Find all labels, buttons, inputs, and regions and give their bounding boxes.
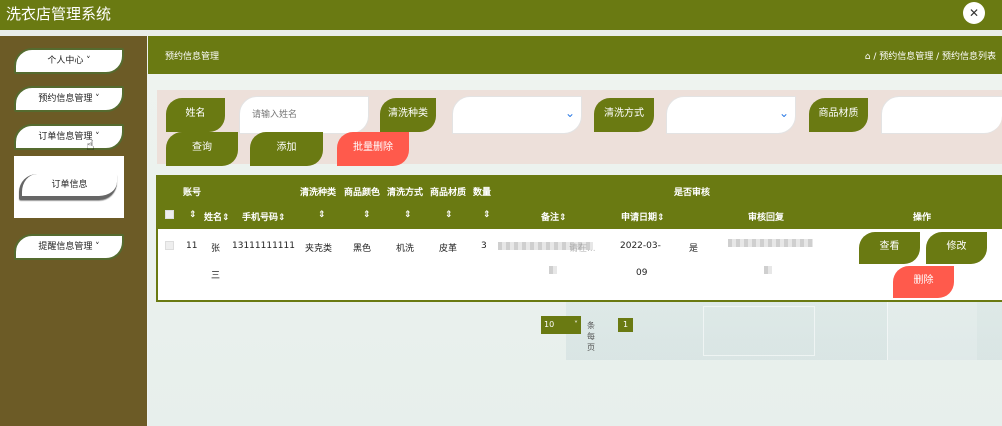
- sidebar-item-reminder-management[interactable]: 提醒信息管理 ˅: [14, 234, 124, 260]
- header-review-reply[interactable]: 审核回复: [748, 210, 784, 223]
- background-decoration-frame: [703, 306, 815, 356]
- edit-button[interactable]: 修改: [926, 232, 987, 264]
- blurred-review-reply-fragment: [764, 266, 772, 274]
- sort-icon[interactable]: ⇕: [404, 210, 412, 220]
- page-title: 预约信息管理: [165, 52, 220, 62]
- chevron-down-icon: ˅: [574, 320, 578, 329]
- sort-icon[interactable]: ⇕: [363, 210, 371, 220]
- header-material[interactable]: 商品材质: [430, 185, 466, 198]
- header-actions: 操作: [913, 213, 932, 223]
- breadcrumb: ⌂ / 预约信息管理 / 预约信息列表: [865, 49, 996, 62]
- table-header: 账号 清洗种类 商品颜色 清洗方式 商品材质 数量 是否审核 ⇕ 姓名⇕ 手机号…: [158, 177, 1002, 229]
- quantity-cell: 3: [481, 241, 487, 251]
- header-is-reviewed[interactable]: 是否审核: [674, 185, 710, 198]
- breadcrumb-text[interactable]: / 预约信息管理 / 预约信息列表: [873, 52, 996, 62]
- order-submenu: 订单信息: [14, 156, 124, 218]
- sidebar-item-booking-management[interactable]: 预约信息管理 ˅: [14, 86, 124, 112]
- page-size-value: 10: [544, 320, 555, 329]
- header-color[interactable]: 商品颜色: [344, 185, 380, 198]
- view-button[interactable]: 查看: [859, 232, 920, 264]
- color-cell: 黑色: [353, 244, 372, 254]
- search-panel: 姓名 请输入姓名 清洗种类 ⌄ 清洗方式 ⌄ 商品材质 查询 添加 批量删除: [157, 90, 1002, 166]
- sidebar: 个人中心 ˅ 预约信息管理 ˅ 订单信息管理 ˅ 提醒信息管理 ˅: [0, 36, 147, 426]
- blurred-review-reply: [728, 239, 813, 247]
- remark-hint: 请在...: [569, 244, 596, 254]
- apply-date-line-2: 09: [636, 268, 648, 278]
- expand-icon[interactable]: ✕: [963, 2, 985, 24]
- material-search-input[interactable]: [881, 96, 1002, 134]
- material-cell: 皮革: [439, 244, 458, 254]
- header-phone[interactable]: 手机号码⇕: [242, 210, 286, 223]
- name-search-input[interactable]: 请输入姓名: [239, 96, 369, 134]
- submenu-item-order-info[interactable]: 订单信息: [19, 174, 117, 200]
- apply-date-line-1: 2022-03-: [620, 241, 661, 251]
- name-label: 姓名: [166, 98, 225, 132]
- chevron-down-icon: ⌄: [564, 106, 575, 120]
- is-reviewed-cell: 是: [689, 244, 699, 254]
- content-header: 预约信息管理 ⌂ / 预约信息管理 / 预约信息列表: [148, 36, 1002, 74]
- clean-method-label: 清洗方式: [594, 98, 654, 132]
- select-all-checkbox[interactable]: [165, 210, 174, 219]
- delete-button[interactable]: 删除: [893, 266, 954, 298]
- booking-table: 账号 清洗种类 商品颜色 清洗方式 商品材质 数量 是否审核 ⇕ 姓名⇕ 手机号…: [156, 175, 1002, 302]
- header-clean-method[interactable]: 清洗方式: [387, 185, 423, 198]
- sort-icon[interactable]: ⇕: [483, 210, 491, 220]
- header-quantity[interactable]: 数量: [473, 185, 491, 198]
- home-icon[interactable]: ⌂: [865, 52, 871, 62]
- clean-type-cell: 夹克类: [305, 244, 333, 254]
- header-clean-type[interactable]: 清洗种类: [300, 185, 336, 198]
- clean-method-select[interactable]: ⌄: [666, 96, 796, 134]
- page-1-button[interactable]: 1: [618, 318, 633, 332]
- sidebar-item-order-management[interactable]: 订单信息管理 ˅: [14, 124, 124, 150]
- sort-icon[interactable]: ⇕: [318, 210, 326, 220]
- page-size-select[interactable]: 10 ˅: [541, 316, 581, 334]
- per-page-label: 条每页: [587, 321, 595, 352]
- top-bar: 洗衣店管理系统 ✕: [0, 0, 1002, 30]
- blurred-remark-fragment: [549, 266, 557, 274]
- name-cell-line-1: 张: [211, 244, 221, 254]
- account-cell: 11: [186, 241, 198, 251]
- header-apply-date[interactable]: 申请日期⇕: [621, 210, 665, 223]
- row-checkbox[interactable]: [165, 241, 174, 250]
- clean-method-cell: 机洗: [396, 244, 415, 254]
- sidebar-item-personal-center[interactable]: 个人中心 ˅: [14, 48, 124, 74]
- header-account[interactable]: 账号: [183, 185, 201, 198]
- sort-icon[interactable]: ⇕: [189, 210, 197, 220]
- material-label: 商品材质: [809, 98, 868, 132]
- phone-cell: 13111111111: [232, 241, 295, 251]
- app-title: 洗衣店管理系统: [6, 5, 112, 23]
- add-button[interactable]: 添加: [250, 132, 323, 166]
- sort-icon[interactable]: ⇕: [445, 210, 453, 220]
- chevron-down-icon: ⌄: [778, 106, 789, 120]
- header-remark[interactable]: 备注⇕: [541, 210, 567, 223]
- clean-type-label: 清洗种类: [380, 98, 436, 132]
- cursor-icon: ☝: [86, 138, 95, 154]
- background-decoration-panel: [887, 298, 977, 360]
- header-name[interactable]: 姓名⇕: [204, 210, 230, 223]
- query-button[interactable]: 查询: [166, 132, 238, 166]
- name-cell-line-2: 三: [211, 271, 221, 281]
- clean-type-select[interactable]: ⌄: [452, 96, 582, 134]
- batch-delete-button[interactable]: 批量删除: [337, 132, 409, 166]
